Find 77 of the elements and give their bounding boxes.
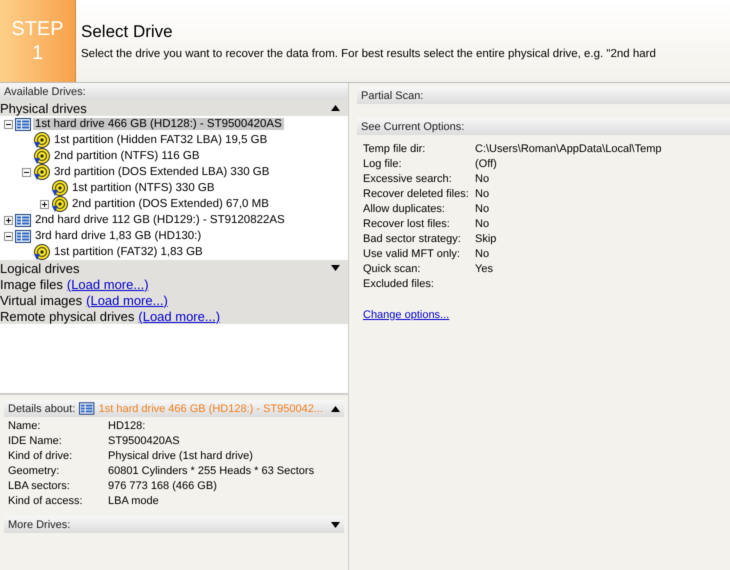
option-label: Use valid MFT only: [363, 248, 461, 261]
detail-label: Kind of access: [8, 495, 84, 508]
tree-item[interactable]: 3rd hard drive 1,83 GB (HD130:) [33, 230, 204, 242]
collapse-arrow-icon[interactable] [331, 105, 340, 111]
detail-value: ST9500420AS [108, 435, 181, 448]
tree-item[interactable]: 1st partition (NTFS) 330 GB [70, 182, 217, 194]
page-description: Select the drive you want to recover the data from. For best results select the entire physical drive, e.g. "2nd hard [81, 48, 656, 60]
source-label: Virtual images [0, 292, 82, 308]
expand-toggle[interactable] [40, 200, 49, 208]
collapse-toggle[interactable] [4, 120, 13, 128]
disc-icon [33, 244, 50, 260]
collapse-toggle[interactable] [4, 232, 13, 240]
collapse-toggle[interactable] [22, 168, 31, 176]
option-label: Excluded files: [363, 278, 435, 291]
tree-item[interactable]: 1st hard drive 466 GB (HD128:) - ST9500420AS [33, 118, 284, 130]
step-number: 1 [32, 41, 44, 65]
load-more-link[interactable]: (Load more...) [66, 276, 149, 292]
collapse-arrow-icon[interactable] [331, 406, 340, 412]
change-options-link[interactable]: Change options... [363, 309, 450, 321]
load-more-link[interactable]: (Load more...) [138, 308, 220, 324]
option-label: Allow duplicates: [363, 203, 446, 216]
option-value: C:\Users\Roman\AppData\Local\Temp [475, 143, 662, 156]
hard-drive-icon [15, 118, 31, 130]
load-more-link[interactable]: (Load more...) [86, 292, 168, 308]
expand-arrow-icon[interactable] [331, 265, 340, 271]
source-label: Image files [0, 276, 63, 292]
option-value: No [475, 218, 490, 231]
detail-value: HD128: [108, 420, 146, 433]
option-label: Excessive search: [363, 173, 453, 186]
option-value: No [475, 248, 490, 261]
detail-value: LBA mode [108, 495, 160, 508]
option-label: Log file: [363, 158, 403, 171]
option-label: Recover lost files: [363, 218, 451, 231]
disc-icon [33, 164, 50, 180]
more-drives-header[interactable]: More Drives: [4, 516, 344, 533]
detail-label: Geometry: [8, 465, 60, 478]
detail-label: Name: [8, 420, 42, 433]
source-label: Remote physical drives [0, 308, 134, 324]
option-value: No [475, 173, 490, 186]
detail-label: IDE Name: [8, 435, 63, 448]
option-label: Quick scan: [363, 263, 422, 276]
panel-header: Available Drives: [0, 83, 348, 100]
hard-drive-icon [15, 230, 31, 242]
option-label: Bad sector strategy: [363, 233, 462, 246]
tree-item[interactable]: 1st partition (Hidden FAT32 LBA) 19,5 GB [52, 134, 270, 146]
detail-value: Physical drive (1st hard drive) [108, 450, 254, 463]
tree-item[interactable]: 2nd partition (DOS Extended) 67,0 MB [70, 198, 271, 210]
option-value: No [475, 203, 490, 216]
group-header[interactable]: Physical drives [0, 100, 348, 116]
option-value: No [475, 188, 490, 201]
step-label: STEP [11, 17, 64, 41]
disc-icon [51, 196, 68, 212]
option-value: Skip [475, 233, 498, 246]
hard-drive-icon [15, 214, 31, 226]
option-value: (Off) [475, 158, 498, 171]
group-header[interactable]: Logical drives [0, 260, 348, 276]
options-header[interactable]: See Current Options: [357, 118, 730, 135]
detail-value: 60801 Cylinders * 255 Heads * 63 Sectors [108, 465, 316, 478]
option-label: Temp file dir: [363, 143, 426, 156]
disc-icon [33, 148, 50, 164]
detail-value: 976 773 168 (466 GB) [108, 480, 218, 493]
tree-item[interactable]: 3rd partition (DOS Extended LBA) 330 GB [52, 166, 272, 178]
details-header[interactable]: Details about: 1st hard drive 466 GB (HD128:) - ST950042... [4, 400, 344, 417]
disc-icon [33, 132, 50, 148]
page-title: Select Drive [81, 22, 174, 42]
detail-label: Kind of drive: [8, 450, 74, 463]
tree-item[interactable]: 1st partition (FAT32) 1,83 GB [52, 246, 205, 258]
expand-toggle[interactable] [4, 216, 13, 224]
detail-label: LBA sectors: [8, 480, 71, 493]
tree-item[interactable]: 2nd hard drive 112 GB (HD129:) - ST9120822AS [33, 214, 287, 226]
disc-icon [51, 180, 68, 196]
partial-scan-header[interactable]: Partial Scan: [357, 87, 730, 104]
option-value: Yes [475, 263, 494, 276]
expand-arrow-icon[interactable] [331, 522, 340, 528]
option-label: Recover deleted files: [363, 188, 470, 201]
hard-drive-icon [79, 402, 95, 415]
tree-item[interactable]: 2nd partition (NTFS) 116 GB [52, 150, 202, 162]
